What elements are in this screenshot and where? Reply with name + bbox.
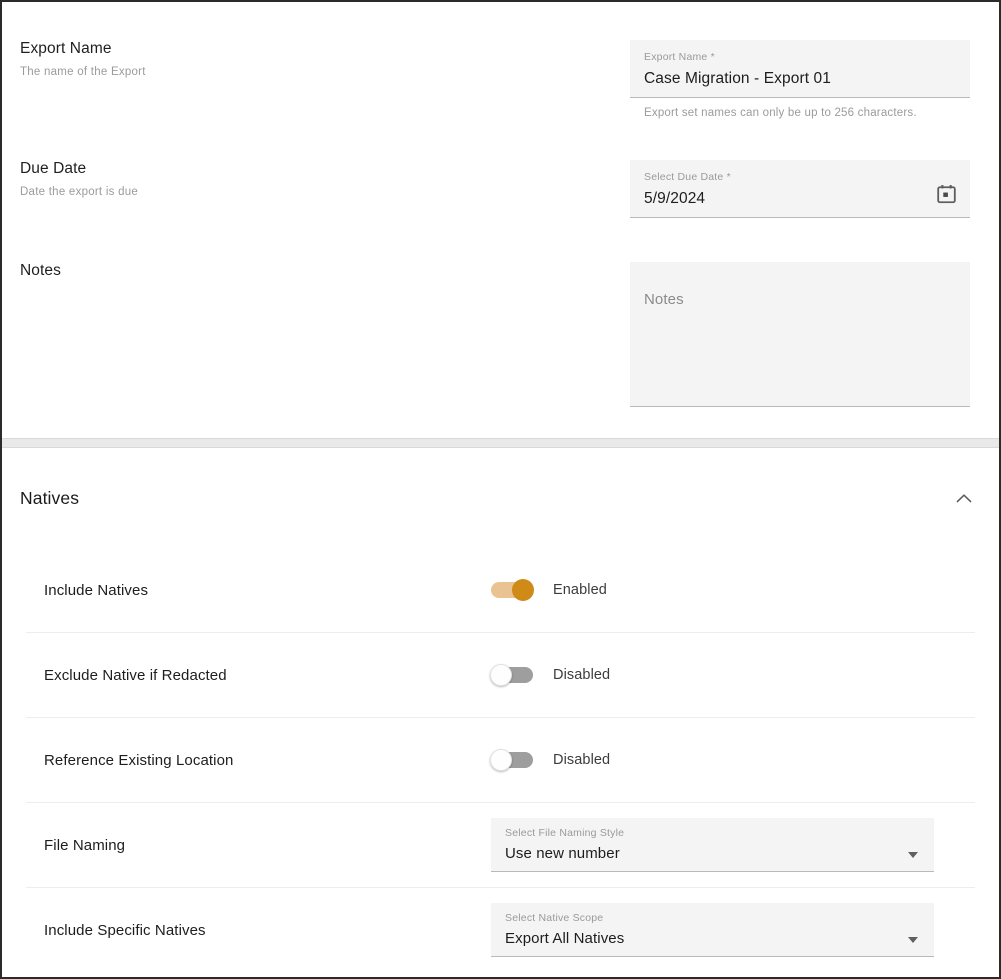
include-specific-natives-float-label: Select Native Scope: [505, 912, 604, 924]
notes-textarea[interactable]: Notes: [630, 262, 970, 407]
notes-field-group: Notes: [630, 262, 999, 407]
chevron-down-icon[interactable]: [908, 937, 918, 943]
toggle-knob: [490, 664, 512, 686]
export-name-title: Export Name: [20, 40, 112, 57]
natives-section-header[interactable]: Natives: [2, 448, 999, 548]
due-date-float-label: Select Due Date *: [644, 171, 731, 183]
include-natives-control: Enabled: [491, 579, 975, 601]
file-naming-select[interactable]: Select File Naming Style Use new number: [491, 818, 934, 872]
calendar-icon[interactable]: [937, 184, 956, 203]
export-details-panel: Export Name The name of the Export Expor…: [2, 2, 999, 439]
reference-existing-location-label: Reference Existing Location: [44, 751, 234, 769]
reference-existing-location-control: Disabled: [490, 749, 975, 771]
due-date-description: Date the export is due: [20, 186, 139, 198]
include-specific-natives-select-wrapper: Select Native Scope Export All Natives: [491, 903, 934, 957]
form-row-notes: Notes Notes: [2, 218, 999, 407]
setting-row-exclude-native-if-redacted: Exclude Native if Redacted Disabled: [26, 633, 975, 718]
include-natives-toggle[interactable]: [491, 579, 534, 601]
include-natives-state-text: Enabled: [553, 582, 607, 598]
export-name-field-group: Export Name * Case Migration - Export 01…: [630, 40, 999, 119]
file-naming-value: Use new number: [505, 845, 620, 862]
include-specific-natives-select[interactable]: Select Native Scope Export All Natives: [491, 903, 934, 957]
include-specific-natives-label: Include Specific Natives: [44, 921, 206, 939]
due-date-input[interactable]: Select Due Date * 5/9/2024: [630, 160, 970, 218]
export-settings-page: Export Name The name of the Export Expor…: [0, 0, 1001, 979]
setting-row-file-naming: File Naming Select File Naming Style Use…: [26, 803, 975, 888]
exclude-native-if-redacted-toggle[interactable]: [490, 664, 533, 686]
notes-title: Notes: [20, 262, 61, 279]
setting-row-include-natives: Include Natives Enabled: [26, 548, 975, 633]
export-name-value: Case Migration - Export 01: [644, 70, 831, 87]
natives-section-title: Natives: [20, 487, 80, 508]
panel-divider: [2, 439, 999, 447]
export-name-description: The name of the Export: [20, 66, 146, 78]
chevron-up-icon[interactable]: [951, 485, 977, 511]
due-date-value: 5/9/2024: [644, 190, 706, 207]
export-name-helper-text: Export set names can only be up to 256 c…: [644, 107, 917, 119]
file-naming-select-wrapper: Select File Naming Style Use new number: [491, 818, 934, 872]
form-row-export-name: Export Name The name of the Export Expor…: [2, 2, 999, 119]
export-name-float-label: Export Name *: [644, 51, 715, 63]
include-natives-label: Include Natives: [44, 581, 149, 599]
toggle-knob: [490, 749, 512, 771]
notes-label-group: Notes: [2, 262, 630, 280]
toggle-knob: [512, 579, 534, 601]
natives-settings-list: Include Natives Enabled Exclude Native i…: [2, 548, 999, 972]
due-date-label-group: Due Date Date the export is due: [2, 160, 630, 198]
file-naming-control: Select File Naming Style Use new number: [491, 818, 975, 872]
include-specific-natives-control: Select Native Scope Export All Natives: [491, 903, 975, 957]
notes-placeholder: Notes: [644, 291, 684, 308]
chevron-down-icon[interactable]: [908, 852, 918, 858]
form-row-due-date: Due Date Date the export is due Select D…: [2, 119, 999, 218]
reference-existing-location-state-text: Disabled: [553, 752, 611, 768]
export-name-input[interactable]: Export Name * Case Migration - Export 01: [630, 40, 970, 98]
file-naming-label: File Naming: [44, 836, 126, 854]
reference-existing-location-toggle[interactable]: [490, 749, 533, 771]
exclude-native-if-redacted-state-text: Disabled: [553, 667, 611, 683]
natives-panel: Natives Include Natives Enabled Exclude …: [2, 447, 999, 977]
due-date-field-group: Select Due Date * 5/9/2024: [630, 160, 999, 218]
file-naming-float-label: Select File Naming Style: [505, 827, 625, 839]
exclude-native-if-redacted-label: Exclude Native if Redacted: [44, 666, 227, 684]
include-specific-natives-value: Export All Natives: [505, 930, 625, 947]
export-name-label-group: Export Name The name of the Export: [2, 40, 630, 78]
due-date-title: Due Date: [20, 160, 87, 177]
exclude-native-if-redacted-control: Disabled: [490, 664, 975, 686]
setting-row-reference-existing-location: Reference Existing Location Disabled: [26, 718, 975, 803]
setting-row-include-specific-natives: Include Specific Natives Select Native S…: [26, 888, 975, 972]
